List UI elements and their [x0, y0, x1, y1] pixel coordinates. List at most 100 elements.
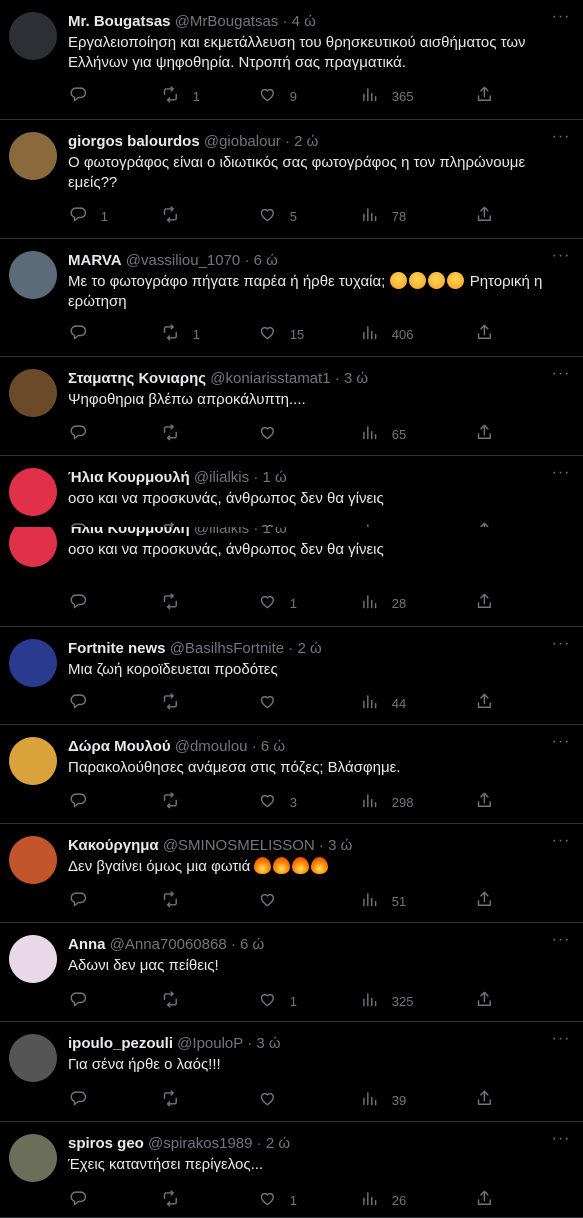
tweet-time[interactable]: 6 ώ [261, 738, 285, 755]
author-handle[interactable]: @vassiliou_1070 [126, 252, 240, 269]
tweet[interactable]: Δώρα Μουλού @dmoulou · 6 ώ ··· Παρακολούθη… [0, 725, 583, 824]
tweet[interactable]: Ήλια Κουρμουλή @ilialkis · 1 ώ ··· οσο και… [0, 527, 583, 627]
more-icon[interactable]: ··· [551, 366, 571, 387]
author-handle[interactable]: @dmoulou [175, 738, 248, 755]
like-button[interactable] [258, 889, 290, 913]
avatar[interactable] [9, 132, 57, 180]
reply-button[interactable] [69, 84, 101, 108]
author-handle[interactable]: @spirakos1989 [148, 1135, 252, 1152]
more-icon[interactable]: ··· [551, 9, 571, 30]
views-button[interactable]: 78 [360, 204, 406, 228]
share-button[interactable] [475, 1088, 494, 1112]
views-button[interactable]: 51 [360, 889, 406, 913]
tweet-time[interactable]: 1 ώ [262, 527, 286, 537]
author-name[interactable]: ipoulo_pezouli [68, 1035, 173, 1052]
tweet-time[interactable]: 2 ώ [294, 133, 318, 150]
share-button[interactable] [475, 989, 494, 1013]
author-handle[interactable]: @BasilhsFortnite [170, 640, 284, 657]
retweet-button[interactable] [161, 204, 193, 228]
author-handle[interactable]: @koniarisstamat1 [210, 370, 330, 387]
views-button[interactable]: 365 [360, 84, 413, 108]
reply-button[interactable]: 1 [69, 204, 108, 228]
tweet-time[interactable]: 6 ώ [254, 252, 278, 269]
avatar[interactable] [9, 1034, 57, 1082]
retweet-button[interactable] [161, 790, 193, 814]
retweet-button[interactable] [161, 422, 193, 446]
tweet[interactable]: giorgos balourdos @giobalour · 2 ώ ··· Ο φ… [0, 120, 583, 239]
reply-button[interactable] [69, 322, 101, 346]
tweet-time[interactable]: 3 ώ [328, 837, 352, 854]
author-name[interactable]: Ήλια Κουρμουλή [68, 469, 190, 486]
like-button[interactable] [258, 691, 290, 715]
reply-button[interactable] [69, 1188, 101, 1212]
like-button[interactable]: 5 [258, 204, 297, 228]
author-handle[interactable]: @IpouloP [177, 1035, 243, 1052]
retweet-button[interactable] [161, 591, 193, 615]
tweet-time[interactable]: 2 ώ [266, 1135, 290, 1152]
views-button[interactable]: 26 [360, 1188, 406, 1212]
tweet[interactable]: ipoulo_pezouli @IpouloP · 3 ώ ··· Για σένα… [0, 1022, 583, 1122]
tweet[interactable]: spiros geo @spirakos1989 · 2 ώ ··· Έχεις κ… [0, 1122, 583, 1218]
like-button[interactable]: 9 [258, 84, 297, 108]
like-button[interactable]: 1 [258, 1188, 297, 1212]
retweet-button[interactable] [161, 1088, 193, 1112]
more-icon[interactable]: ··· [551, 734, 571, 755]
more-icon[interactable]: ··· [551, 527, 571, 537]
share-button[interactable] [475, 591, 494, 615]
share-button[interactable] [475, 84, 494, 108]
tweet[interactable]: Anna @Anna70060868 · 6 ώ ··· Αδωνι δεν μας… [0, 923, 583, 1022]
avatar[interactable] [9, 836, 57, 884]
tweet-time[interactable]: 3 ώ [256, 1035, 280, 1052]
like-button[interactable] [258, 1088, 290, 1112]
author-handle[interactable]: @giobalour [204, 133, 281, 150]
views-button[interactable]: 406 [360, 322, 413, 346]
author-name[interactable]: Σταματης Κονιαρης [68, 370, 206, 387]
author-name[interactable]: Fortnite news [68, 640, 166, 657]
tweet-time[interactable]: 3 ώ [344, 370, 368, 387]
more-icon[interactable]: ··· [551, 636, 571, 657]
avatar[interactable] [9, 369, 57, 417]
share-button[interactable] [475, 322, 494, 346]
retweet-button[interactable] [161, 989, 193, 1013]
avatar[interactable] [9, 737, 57, 785]
tweet[interactable]: Mr. Bougatsas @MrBougatsas · 4 ώ ··· Εργαλ… [0, 0, 583, 120]
reply-button[interactable] [69, 591, 101, 615]
avatar[interactable] [9, 935, 57, 983]
retweet-button[interactable] [161, 1188, 193, 1212]
author-name[interactable]: Κακούργημα [68, 837, 159, 854]
author-name[interactable]: Anna [68, 936, 106, 953]
share-button[interactable] [475, 422, 494, 446]
like-button[interactable]: 1 [258, 989, 297, 1013]
author-handle[interactable]: @ilialkis [194, 469, 249, 486]
author-name[interactable]: Ήλια Κουρμουλή [68, 527, 190, 537]
views-button[interactable]: 298 [360, 790, 413, 814]
share-button[interactable] [475, 1188, 494, 1212]
tweet-time[interactable]: 2 ώ [297, 640, 321, 657]
views-button[interactable]: 325 [360, 989, 413, 1013]
author-name[interactable]: MARVA [68, 252, 122, 269]
views-button[interactable]: 39 [360, 1088, 406, 1112]
avatar[interactable] [9, 468, 57, 516]
author-name[interactable]: giorgos balourdos [68, 133, 200, 150]
reply-button[interactable] [69, 1088, 101, 1112]
reply-button[interactable] [69, 691, 101, 715]
retweet-button[interactable]: 1 [161, 322, 200, 346]
avatar[interactable] [9, 251, 57, 299]
retweet-button[interactable] [161, 691, 193, 715]
tweet[interactable]: MARVA @vassiliou_1070 · 6 ώ ··· Με το φωτο… [0, 239, 583, 357]
like-button[interactable]: 1 [258, 591, 297, 615]
avatar[interactable] [9, 1134, 57, 1182]
author-handle[interactable]: @ilialkis [194, 527, 249, 537]
like-button[interactable]: 3 [258, 790, 297, 814]
avatar[interactable] [9, 12, 57, 60]
author-handle[interactable]: @Anna70060868 [110, 936, 227, 953]
author-name[interactable]: spiros geo [68, 1135, 144, 1152]
retweet-button[interactable] [161, 889, 193, 913]
share-button[interactable] [475, 204, 494, 228]
tweet-time[interactable]: 1 ώ [262, 469, 286, 486]
views-button[interactable]: 28 [360, 591, 406, 615]
tweet-time[interactable]: 6 ώ [240, 936, 264, 953]
views-button[interactable]: 65 [360, 422, 406, 446]
share-button[interactable] [475, 889, 494, 913]
tweet-time[interactable]: 4 ώ [292, 13, 316, 30]
